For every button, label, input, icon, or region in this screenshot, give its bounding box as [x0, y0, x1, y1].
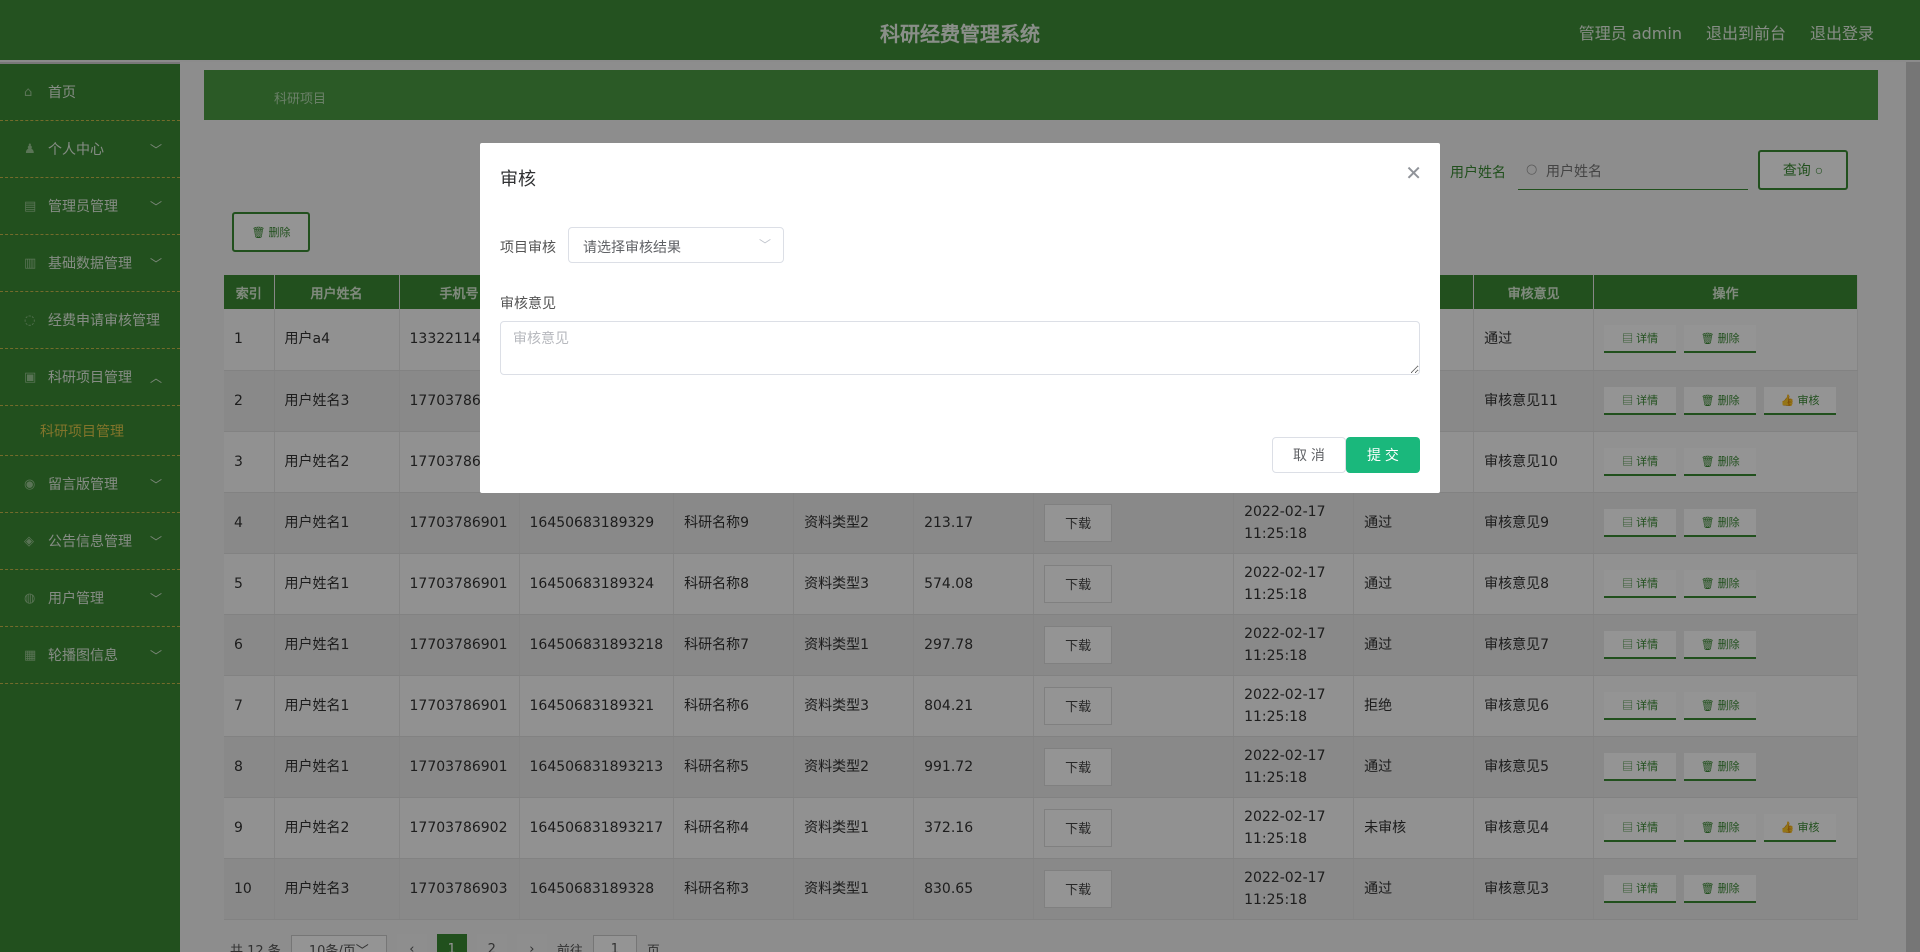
chevron-down-icon: ﹀: [758, 238, 771, 252]
review-result-label: 项目审核: [500, 240, 556, 256]
cancel-button[interactable]: 取 消: [1272, 437, 1346, 473]
review-opinion-label: 审核意见: [500, 296, 556, 312]
submit-button[interactable]: 提 交: [1346, 437, 1420, 473]
review-result-select[interactable]: 请选择审核结果 ﹀: [568, 227, 784, 263]
dialog-title: 审核: [500, 169, 536, 190]
review-dialog: 审核 ✕ 项目审核 请选择审核结果 ﹀ 审核意见 取 消 提 交: [480, 143, 1440, 493]
review-opinion-textarea[interactable]: [500, 321, 1420, 375]
close-icon[interactable]: ✕: [1405, 161, 1422, 185]
